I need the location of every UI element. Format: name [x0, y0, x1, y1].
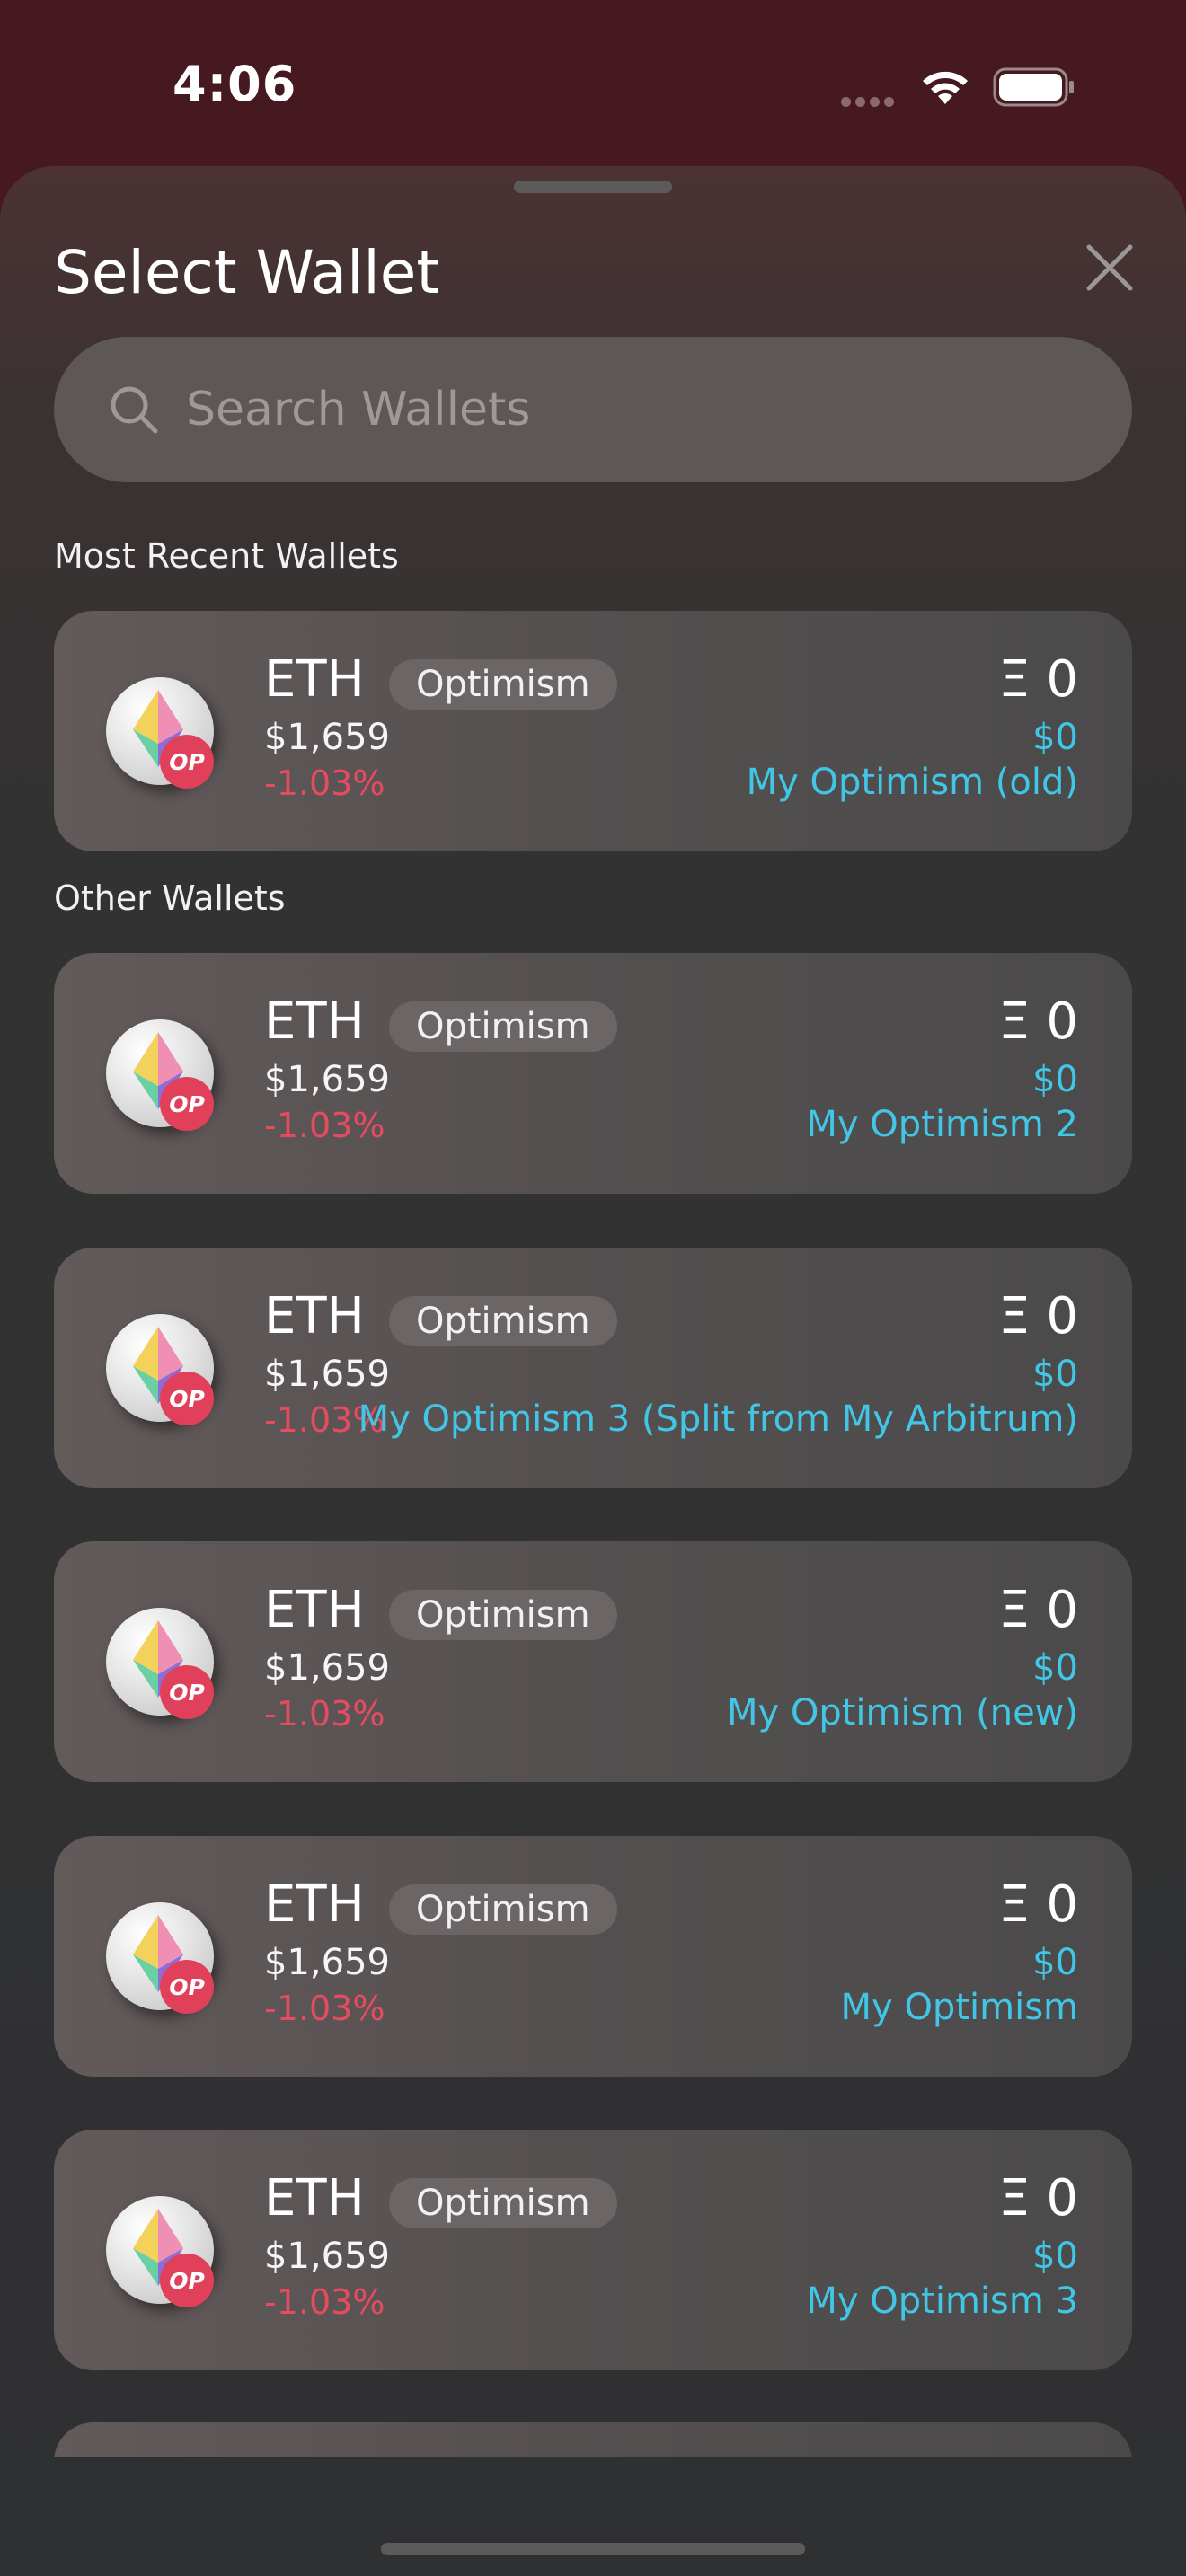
- wallet-name: My Optimism: [840, 1987, 1078, 2028]
- section-label-recent: Most Recent Wallets: [54, 536, 399, 576]
- network-badge: Optimism: [389, 1884, 617, 1935]
- wallet-balance: Ξ 0: [998, 650, 1078, 709]
- wallet-fiat-balance: $0: [1032, 1942, 1078, 1983]
- wallet-balance: Ξ 0: [998, 1875, 1078, 1934]
- status-time: 4:06: [173, 56, 297, 112]
- wallet-name: My Optimism (old): [746, 762, 1078, 803]
- eth-logo-icon: OP: [106, 2196, 214, 2307]
- wallet-name: My Optimism 3: [806, 2280, 1078, 2322]
- wallet-ticker: ETH: [264, 650, 365, 709]
- status-bar: 4:06: [0, 0, 1186, 166]
- wallet-ticker: ETH: [264, 1581, 365, 1639]
- wallet-change: -1.03%: [264, 1989, 385, 2028]
- wallet-balance: Ξ 0: [998, 1287, 1078, 1345]
- sheet-bottom-area: [0, 2457, 1186, 2576]
- network-badge: Optimism: [389, 1001, 617, 1052]
- wallet-price: $1,659: [264, 1354, 390, 1395]
- close-icon[interactable]: [1084, 242, 1136, 294]
- search-bar[interactable]: [54, 337, 1132, 482]
- wallet-card[interactable]: OP ETH Optimism $1,659 -1.03% Ξ 0 $0 My …: [54, 1248, 1132, 1488]
- wallet-change: -1.03%: [264, 1106, 385, 1145]
- optimism-badge-icon: OP: [160, 1077, 214, 1131]
- wallet-card[interactable]: OP ETH Optimism $1,659 -1.03% Ξ 0 $0 My …: [54, 953, 1132, 1194]
- wallet-card[interactable]: OP ETH Optimism $1,659 -1.03% Ξ 0 $0 My …: [54, 1541, 1132, 1782]
- eth-logo-icon: OP: [106, 1608, 214, 1719]
- optimism-badge-icon: OP: [160, 735, 214, 789]
- wallet-price: $1,659: [264, 1942, 390, 1983]
- optimism-badge-icon: OP: [160, 1372, 214, 1425]
- sheet-title: Select Wallet: [54, 238, 440, 307]
- wallet-name: My Optimism 2: [806, 1104, 1078, 1145]
- wifi-icon: [923, 71, 968, 104]
- wallet-fiat-balance: $0: [1032, 1354, 1078, 1395]
- optimism-badge-icon: OP: [160, 1665, 214, 1719]
- wallet-fiat-balance: $0: [1032, 1059, 1078, 1100]
- battery-icon: [993, 67, 1074, 107]
- cellular-signal-icon: [841, 93, 902, 107]
- wallet-change: -1.03%: [264, 2282, 385, 2322]
- wallet-price: $1,659: [264, 2236, 390, 2277]
- wallet-ticker: ETH: [264, 992, 365, 1051]
- wallet-card[interactable]: OP ETH Optimism $1,659 -1.03% Ξ 0 $0 My …: [54, 2130, 1132, 2370]
- eth-logo-icon: OP: [106, 1314, 214, 1425]
- network-badge: Optimism: [389, 1296, 617, 1346]
- wallet-change: -1.03%: [264, 1694, 385, 1734]
- wallet-balance: Ξ 0: [998, 992, 1078, 1051]
- wallet-ticker: ETH: [264, 2169, 365, 2228]
- wallet-price: $1,659: [264, 717, 390, 758]
- eth-logo-icon: OP: [106, 1019, 214, 1131]
- sheet-grabber[interactable]: [514, 181, 672, 193]
- wallet-price: $1,659: [264, 1647, 390, 1689]
- wallet-price: $1,659: [264, 1059, 390, 1100]
- wallet-balance: Ξ 0: [998, 2169, 1078, 2228]
- wallet-balance: Ξ 0: [998, 1581, 1078, 1639]
- wallet-card[interactable]: OP ETH Optimism $1,659 -1.03% Ξ 0 $0 My …: [54, 1836, 1132, 2077]
- wallet-card[interactable]: OP ETH Optimism $1,659 -1.03% Ξ 0 $0 My …: [54, 611, 1132, 851]
- optimism-badge-icon: OP: [160, 1960, 214, 2014]
- wallet-name: My Optimism 3 (Split from My Arbitrum): [358, 1398, 1078, 1440]
- wallet-ticker: ETH: [264, 1875, 365, 1934]
- eth-logo-icon: OP: [106, 1902, 214, 2014]
- search-input[interactable]: [184, 364, 1086, 455]
- select-wallet-sheet: Select Wallet Most Recent Wallets Other …: [0, 166, 1186, 2576]
- wallet-fiat-balance: $0: [1032, 2236, 1078, 2277]
- wallet-fiat-balance: $0: [1032, 1647, 1078, 1689]
- wallet-fiat-balance: $0: [1032, 717, 1078, 758]
- network-badge: Optimism: [389, 659, 617, 710]
- eth-logo-icon: OP: [106, 677, 214, 789]
- wallet-change: -1.03%: [264, 763, 385, 803]
- network-badge: Optimism: [389, 1590, 617, 1640]
- network-badge: Optimism: [389, 2178, 617, 2228]
- section-label-other: Other Wallets: [54, 878, 286, 918]
- wallet-name: My Optimism (new): [726, 1692, 1078, 1734]
- home-indicator[interactable]: [381, 2543, 805, 2555]
- optimism-badge-icon: OP: [160, 2254, 214, 2307]
- search-icon: [111, 386, 158, 434]
- wallet-ticker: ETH: [264, 1287, 365, 1345]
